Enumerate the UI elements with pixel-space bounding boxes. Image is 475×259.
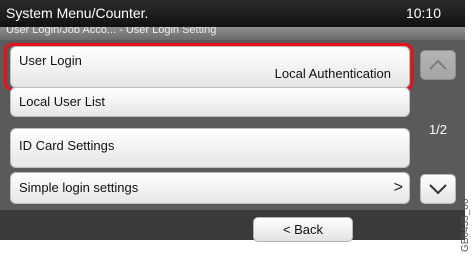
list-item-label: Simple login settings	[19, 180, 139, 195]
list-item-id-card-settings[interactable]: ID Card Settings	[10, 128, 410, 168]
scroll-down-button[interactable]	[420, 174, 456, 204]
chevron-right-icon: >	[393, 179, 403, 196]
list-item-label: Local User List	[19, 94, 105, 109]
list-item-simple-login-settings[interactable]: Simple login settings >	[10, 172, 410, 204]
list-item-label: ID Card Settings	[19, 138, 115, 153]
selection-highlight	[4, 43, 414, 91]
back-button[interactable]: < Back	[253, 217, 353, 242]
title-bar: System Menu/Counter. 10:10	[0, 0, 465, 27]
breadcrumb: User Login/Job Acco... - User Login Sett…	[0, 27, 465, 40]
panel-screen: System Menu/Counter. 10:10 User Login/Jo…	[0, 0, 465, 242]
page-indicator: 1/2	[428, 122, 448, 137]
list-item-local-user-list[interactable]: Local User List	[10, 87, 410, 117]
figure-code: GB0435_00	[460, 198, 471, 252]
scroll-up-button[interactable]	[420, 50, 456, 80]
screen-title: System Menu/Counter.	[6, 5, 149, 21]
chevron-up-icon	[429, 59, 447, 70]
footer-bar	[0, 210, 465, 240]
chevron-down-icon	[429, 184, 447, 195]
breadcrumb-text: User Login/Job Acco... - User Login Sett…	[6, 27, 217, 36]
clock: 10:10	[405, 5, 441, 21]
